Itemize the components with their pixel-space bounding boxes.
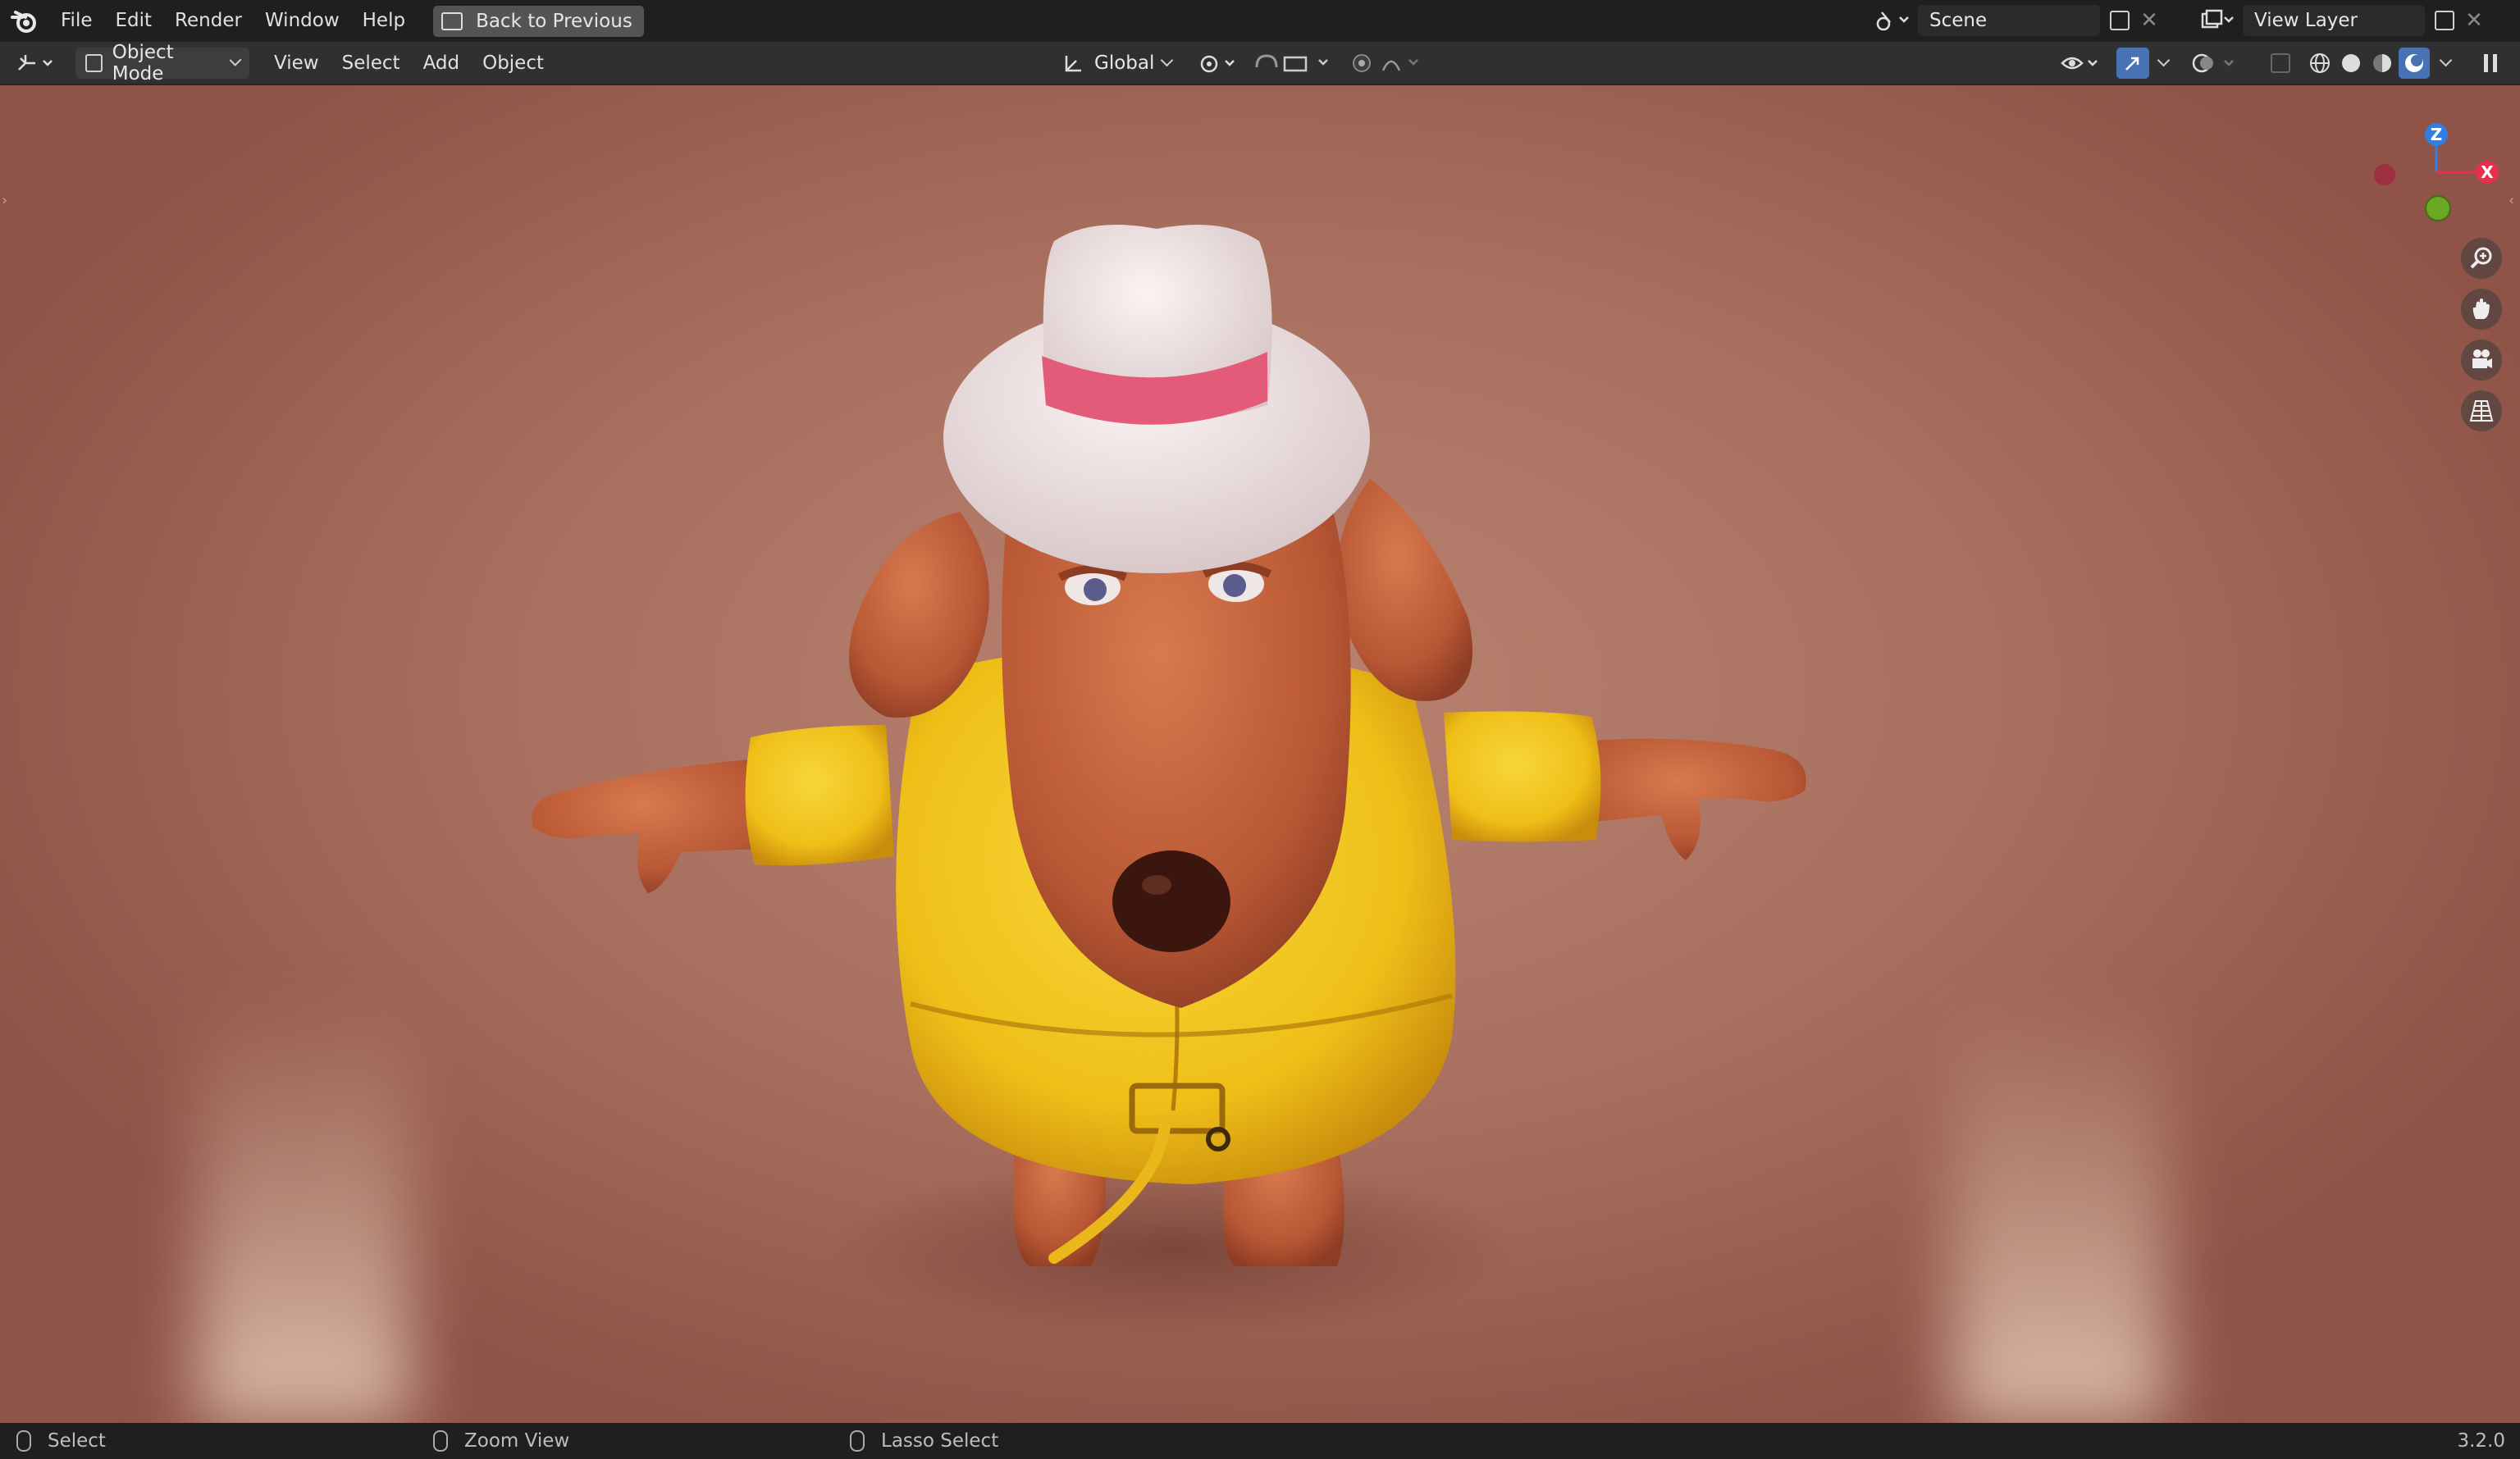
- xray-toggle[interactable]: [2266, 48, 2295, 79]
- menu-window[interactable]: Window: [253, 0, 351, 42]
- orientation-axes-icon: [1065, 55, 1081, 71]
- show-gizmo-toggle[interactable]: [2116, 47, 2149, 79]
- 3d-viewport-icon: [18, 54, 52, 71]
- chevron-down-icon: [1161, 53, 1174, 67]
- right-mouse-icon: [850, 1430, 865, 1452]
- status-zoom-hint: Zoom View: [464, 1430, 570, 1452]
- left-mouse-icon: [16, 1430, 31, 1452]
- object-mode-label: Object Mode: [112, 41, 174, 84]
- duplicate-icon: [2110, 11, 2130, 30]
- chevron-down-icon: [2439, 53, 2452, 67]
- close-icon: ✕: [2465, 8, 2483, 33]
- gizmo-icon: [2125, 57, 2139, 71]
- wireframe-sphere-icon: [2310, 52, 2330, 73]
- view-layer-type-icon[interactable]: [2194, 5, 2243, 36]
- camera-view-button[interactable]: [2461, 340, 2502, 381]
- scene-name: Scene: [1929, 10, 1988, 31]
- delete-scene-button[interactable]: ✕: [2134, 5, 2164, 36]
- scene-selector: Scene ✕: [1869, 5, 2164, 36]
- transform-orientation-dropdown[interactable]: Global: [1052, 47, 1183, 79]
- header-menu-view[interactable]: View: [262, 52, 331, 74]
- solid-sphere-icon: [2342, 53, 2360, 72]
- view-layer-name-field[interactable]: View Layer: [2243, 5, 2425, 36]
- duplicate-icon: [2435, 11, 2454, 30]
- chevron-down-icon: [2157, 53, 2170, 67]
- grid-perspective-icon: [2469, 400, 2494, 422]
- rendered-sphere-icon: [2405, 53, 2423, 72]
- eye-icon: [2061, 57, 2098, 69]
- navigation-gizmo[interactable]: Z X: [2362, 115, 2510, 246]
- pause-icon: [2484, 53, 2497, 72]
- top-menu-bar: File Edit Render Window Help Back to Pre…: [0, 0, 2520, 42]
- scene-type-icon[interactable]: [1869, 5, 1918, 36]
- gizmo-neg-x-handle[interactable]: [2374, 164, 2395, 185]
- solid-shading-button[interactable]: [2336, 48, 2366, 79]
- transform-orientation-label: Global: [1094, 52, 1155, 74]
- pause-render-button[interactable]: [2476, 48, 2505, 79]
- zoom-view-button[interactable]: [2461, 238, 2502, 279]
- wireframe-shading-button[interactable]: [2305, 48, 2335, 79]
- editor-type-button[interactable]: [7, 48, 64, 79]
- menu-edit[interactable]: Edit: [104, 0, 164, 42]
- object-visibility-button[interactable]: [2057, 48, 2107, 79]
- hand-icon: [2472, 299, 2490, 319]
- delete-view-layer-button[interactable]: ✕: [2459, 5, 2489, 36]
- gizmo-z-label: Z: [2431, 125, 2443, 144]
- new-scene-button[interactable]: [2105, 5, 2134, 36]
- xray-icon: [2271, 52, 2290, 73]
- zoom-icon: [2470, 247, 2492, 269]
- pivot-point-button[interactable]: [1196, 48, 1245, 79]
- gizmo-x-label: X: [2481, 162, 2494, 182]
- menu-render[interactable]: Render: [163, 0, 253, 42]
- pan-view-button[interactable]: [2461, 289, 2502, 330]
- blender-version: 3.2.0: [2457, 1430, 2505, 1452]
- overlays-button[interactable]: [2189, 48, 2246, 79]
- proportional-editing-icon: [1353, 53, 1418, 72]
- blender-logo-icon[interactable]: [0, 0, 49, 42]
- dog-character-render: [532, 225, 1806, 1340]
- menu-file[interactable]: File: [49, 0, 104, 42]
- snapping-controls[interactable]: [1252, 48, 1342, 79]
- middle-mouse-icon: [433, 1430, 448, 1452]
- object-mode-dropdown[interactable]: Object Mode: [75, 42, 249, 84]
- menu-help[interactable]: Help: [351, 0, 417, 42]
- close-icon: ✕: [2140, 8, 2158, 33]
- gizmo-y-handle[interactable]: [2425, 195, 2451, 221]
- scene-name-field[interactable]: Scene: [1918, 5, 2100, 36]
- material-sphere-icon: [2373, 53, 2391, 72]
- header-menu-select[interactable]: Select: [331, 52, 412, 74]
- gizmo-options-dropdown[interactable]: [2151, 48, 2175, 79]
- header-menu-add[interactable]: Add: [412, 52, 472, 74]
- back-arrow-icon: [441, 11, 463, 30]
- material-preview-button[interactable]: [2367, 48, 2397, 79]
- viewport-header: Object Mode View Select Add Object Globa…: [0, 42, 2520, 85]
- status-bar: Select Zoom View Lasso Select 3.2.0: [0, 1423, 2520, 1459]
- chevron-down-icon: [229, 53, 242, 67]
- snap-magnet-icon: [1255, 53, 1328, 71]
- toggle-perspective-button[interactable]: [2461, 390, 2502, 431]
- status-lasso-hint: Lasso Select: [881, 1430, 999, 1452]
- view-layer-name: View Layer: [2254, 10, 2358, 31]
- back-to-previous-button[interactable]: Back to Previous: [433, 5, 644, 37]
- shading-options-dropdown[interactable]: [2433, 48, 2458, 79]
- status-select-hint: Select: [48, 1430, 106, 1452]
- view-layer-selector: View Layer ✕: [2194, 5, 2489, 36]
- camera-icon: [2472, 349, 2492, 368]
- header-menu-object[interactable]: Object: [471, 52, 555, 74]
- object-mode-icon: [85, 53, 103, 72]
- 3d-viewport[interactable]: › ‹ Z X: [0, 85, 2520, 1423]
- proportional-editing-controls[interactable]: [1345, 48, 1427, 79]
- overlays-icon: [2192, 53, 2234, 72]
- new-view-layer-button[interactable]: [2430, 5, 2459, 36]
- pivot-point-icon: [1200, 55, 1235, 72]
- back-to-previous-label: Back to Previous: [476, 10, 632, 32]
- rendered-shading-button[interactable]: [2399, 47, 2430, 79]
